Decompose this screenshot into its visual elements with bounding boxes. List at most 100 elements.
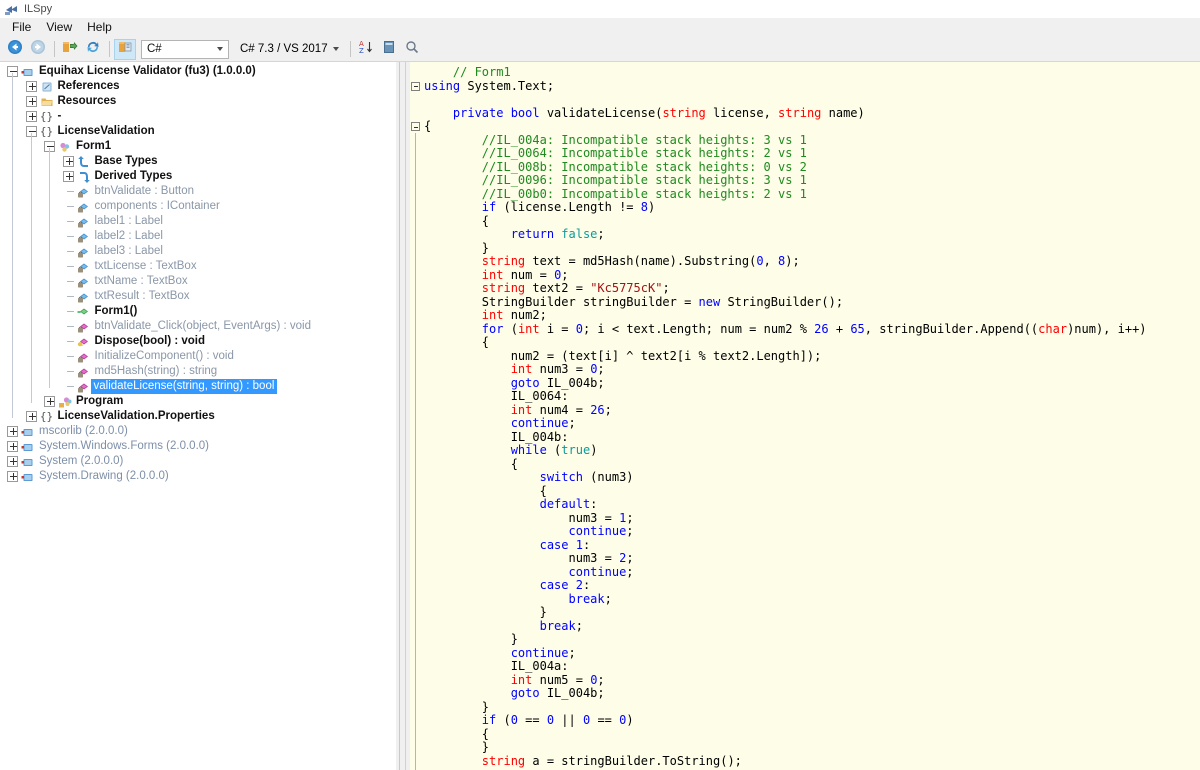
tree-node-fld-txtresult[interactable]: txtResult : TextBox — [0, 289, 396, 304]
refresh-button[interactable] — [82, 39, 104, 60]
tree-node-type-form1[interactable]: Form1 — [0, 139, 396, 154]
tree-node-base-types[interactable]: Base Types — [0, 154, 396, 169]
tree-node-asm-main[interactable]: Equihax License Validator (fu3) (1.0.0.0… — [0, 64, 396, 79]
tree-node-asm-mscorlib[interactable]: mscorlib (2.0.0.0) — [0, 424, 396, 439]
tree-node-fld-components[interactable]: components : IContainer — [0, 199, 396, 214]
menu-view[interactable]: View — [40, 19, 81, 37]
expand-icon[interactable] — [63, 171, 74, 182]
tree-node-ns-empty[interactable]: {}- — [0, 109, 396, 124]
expand-icon[interactable] — [7, 471, 18, 482]
expand-icon[interactable] — [26, 81, 37, 92]
method-private-icon — [77, 320, 91, 334]
open-button[interactable] — [59, 39, 81, 60]
tree-node-m-dispose[interactable]: Dispose(bool) : void — [0, 334, 396, 349]
menu-help[interactable]: Help — [81, 19, 121, 37]
code-token: int — [511, 403, 533, 417]
code-token: num3 = — [532, 362, 590, 376]
tree-node-label: Base Types — [91, 154, 158, 169]
tree-node-m-initcomp[interactable]: InitializeComponent() : void — [0, 349, 396, 364]
expand-icon[interactable] — [7, 426, 18, 437]
tree-node-m-md5hash[interactable]: md5Hash(string) : string — [0, 364, 396, 379]
folder-icon — [40, 95, 54, 109]
tree-node-derived-types[interactable]: Derived Types — [0, 169, 396, 184]
code-line: int num4 = 26; — [424, 404, 1200, 418]
tree-node-fld-label1[interactable]: label1 : Label — [0, 214, 396, 229]
code-token: //IL_004a: Incompatible stack heights: 3… — [482, 133, 807, 147]
tree-node-ns-lv[interactable]: {}LicenseValidation — [0, 124, 396, 139]
language-version-combo[interactable]: C# 7.3 / VS 2017 — [235, 40, 344, 59]
code-line: break; — [424, 620, 1200, 634]
tree-node-m-btnclick[interactable]: btnValidate_Click(object, EventArgs) : v… — [0, 319, 396, 334]
expand-icon[interactable] — [7, 441, 18, 452]
tree-node-references[interactable]: References — [0, 79, 396, 94]
field-private-icon — [77, 245, 91, 259]
tree-node-asm-drawing[interactable]: System.Drawing (2.0.0.0) — [0, 469, 396, 484]
code-line: IL_004a: — [424, 660, 1200, 674]
tree-node-asm-winforms[interactable]: System.Windows.Forms (2.0.0.0) — [0, 439, 396, 454]
code-line: string text = md5Hash(name).Substring(0,… — [424, 255, 1200, 269]
toolbar-separator-2 — [109, 41, 110, 57]
back-button[interactable] — [4, 39, 26, 60]
fold-collapse-icon[interactable] — [411, 122, 420, 131]
code-token: num2 = (text[i] ^ text2[i % text2.Length… — [511, 349, 822, 363]
search-button[interactable] — [401, 39, 423, 60]
fold-collapse-icon[interactable] — [411, 82, 420, 91]
base-types-icon — [77, 155, 91, 169]
decompiled-code-pane[interactable]: // Form1using System.Text; private bool … — [410, 62, 1200, 770]
menu-file[interactable]: File — [6, 19, 40, 37]
tree-node-type-program[interactable]: Program — [0, 394, 396, 409]
tree-node-fld-label3[interactable]: label3 : Label — [0, 244, 396, 259]
sort-button[interactable]: A Z — [355, 39, 377, 60]
code-token: : — [583, 578, 590, 592]
code-line: //IL_0064: Incompatible stack heights: 2… — [424, 147, 1200, 161]
tree-node-label: System (2.0.0.0) — [35, 454, 123, 469]
code-fold-gutter[interactable] — [410, 62, 424, 770]
code-line: IL_004b: — [424, 431, 1200, 445]
tree-leaf-connector — [63, 351, 74, 362]
expand-icon[interactable] — [44, 396, 55, 407]
code-token: { — [540, 484, 547, 498]
tree-node-ctor-form1[interactable]: Form1() — [0, 304, 396, 319]
code-token: { — [511, 457, 518, 471]
code-line: { — [424, 458, 1200, 472]
code-token: text2 = — [525, 281, 590, 295]
tree-node-fld-txtlicense[interactable]: txtLicense : TextBox — [0, 259, 396, 274]
code-line: } — [424, 242, 1200, 256]
code-line: { — [424, 215, 1200, 229]
language-combo[interactable]: C# — [141, 40, 229, 59]
expand-icon[interactable] — [26, 411, 37, 422]
expand-icon[interactable] — [26, 96, 37, 107]
code-token: { — [424, 119, 431, 133]
forward-button[interactable] — [27, 39, 49, 60]
tree-node-asm-system[interactable]: System (2.0.0.0) — [0, 454, 396, 469]
refresh-icon — [85, 39, 101, 60]
save-code-button[interactable] — [114, 39, 136, 60]
code-token: ; i < text.Length; num = num2 % — [583, 322, 814, 336]
code-token: ; — [605, 592, 612, 606]
expand-icon[interactable] — [7, 456, 18, 467]
tree-node-resources[interactable]: Resources — [0, 94, 396, 109]
tree-node-fld-txtname[interactable]: txtName : TextBox — [0, 274, 396, 289]
code-token: { — [482, 214, 489, 228]
code-token: ; — [561, 268, 568, 282]
code-token: 65 — [850, 322, 864, 336]
code-token: continue — [569, 524, 627, 538]
pane-splitter[interactable] — [396, 62, 410, 770]
tree-node-ns-lvprops[interactable]: {}LicenseValidation.Properties — [0, 409, 396, 424]
expand-icon[interactable] — [63, 156, 74, 167]
expand-icon[interactable] — [26, 111, 37, 122]
save-icon — [117, 39, 133, 60]
code-token: 26 — [814, 322, 828, 336]
tree-node-fld-btnvalidate[interactable]: btnValidate : Button — [0, 184, 396, 199]
code-token: 0 — [511, 713, 518, 727]
tree-leaf-connector — [63, 381, 74, 392]
options-button[interactable] — [378, 39, 400, 60]
tree-node-fld-label2[interactable]: label2 : Label — [0, 229, 396, 244]
code-token: int — [482, 308, 504, 322]
assembly-tree[interactable]: Equihax License Validator (fu3) (1.0.0.0… — [0, 62, 396, 770]
tree-node-m-validate[interactable]: validateLicense(string, string) : bool — [0, 379, 396, 394]
code-token: IL_004b; — [540, 376, 605, 390]
code-token: goto — [511, 686, 540, 700]
code-text[interactable]: // Form1using System.Text; private bool … — [424, 62, 1200, 770]
code-token: (num3) — [583, 470, 634, 484]
